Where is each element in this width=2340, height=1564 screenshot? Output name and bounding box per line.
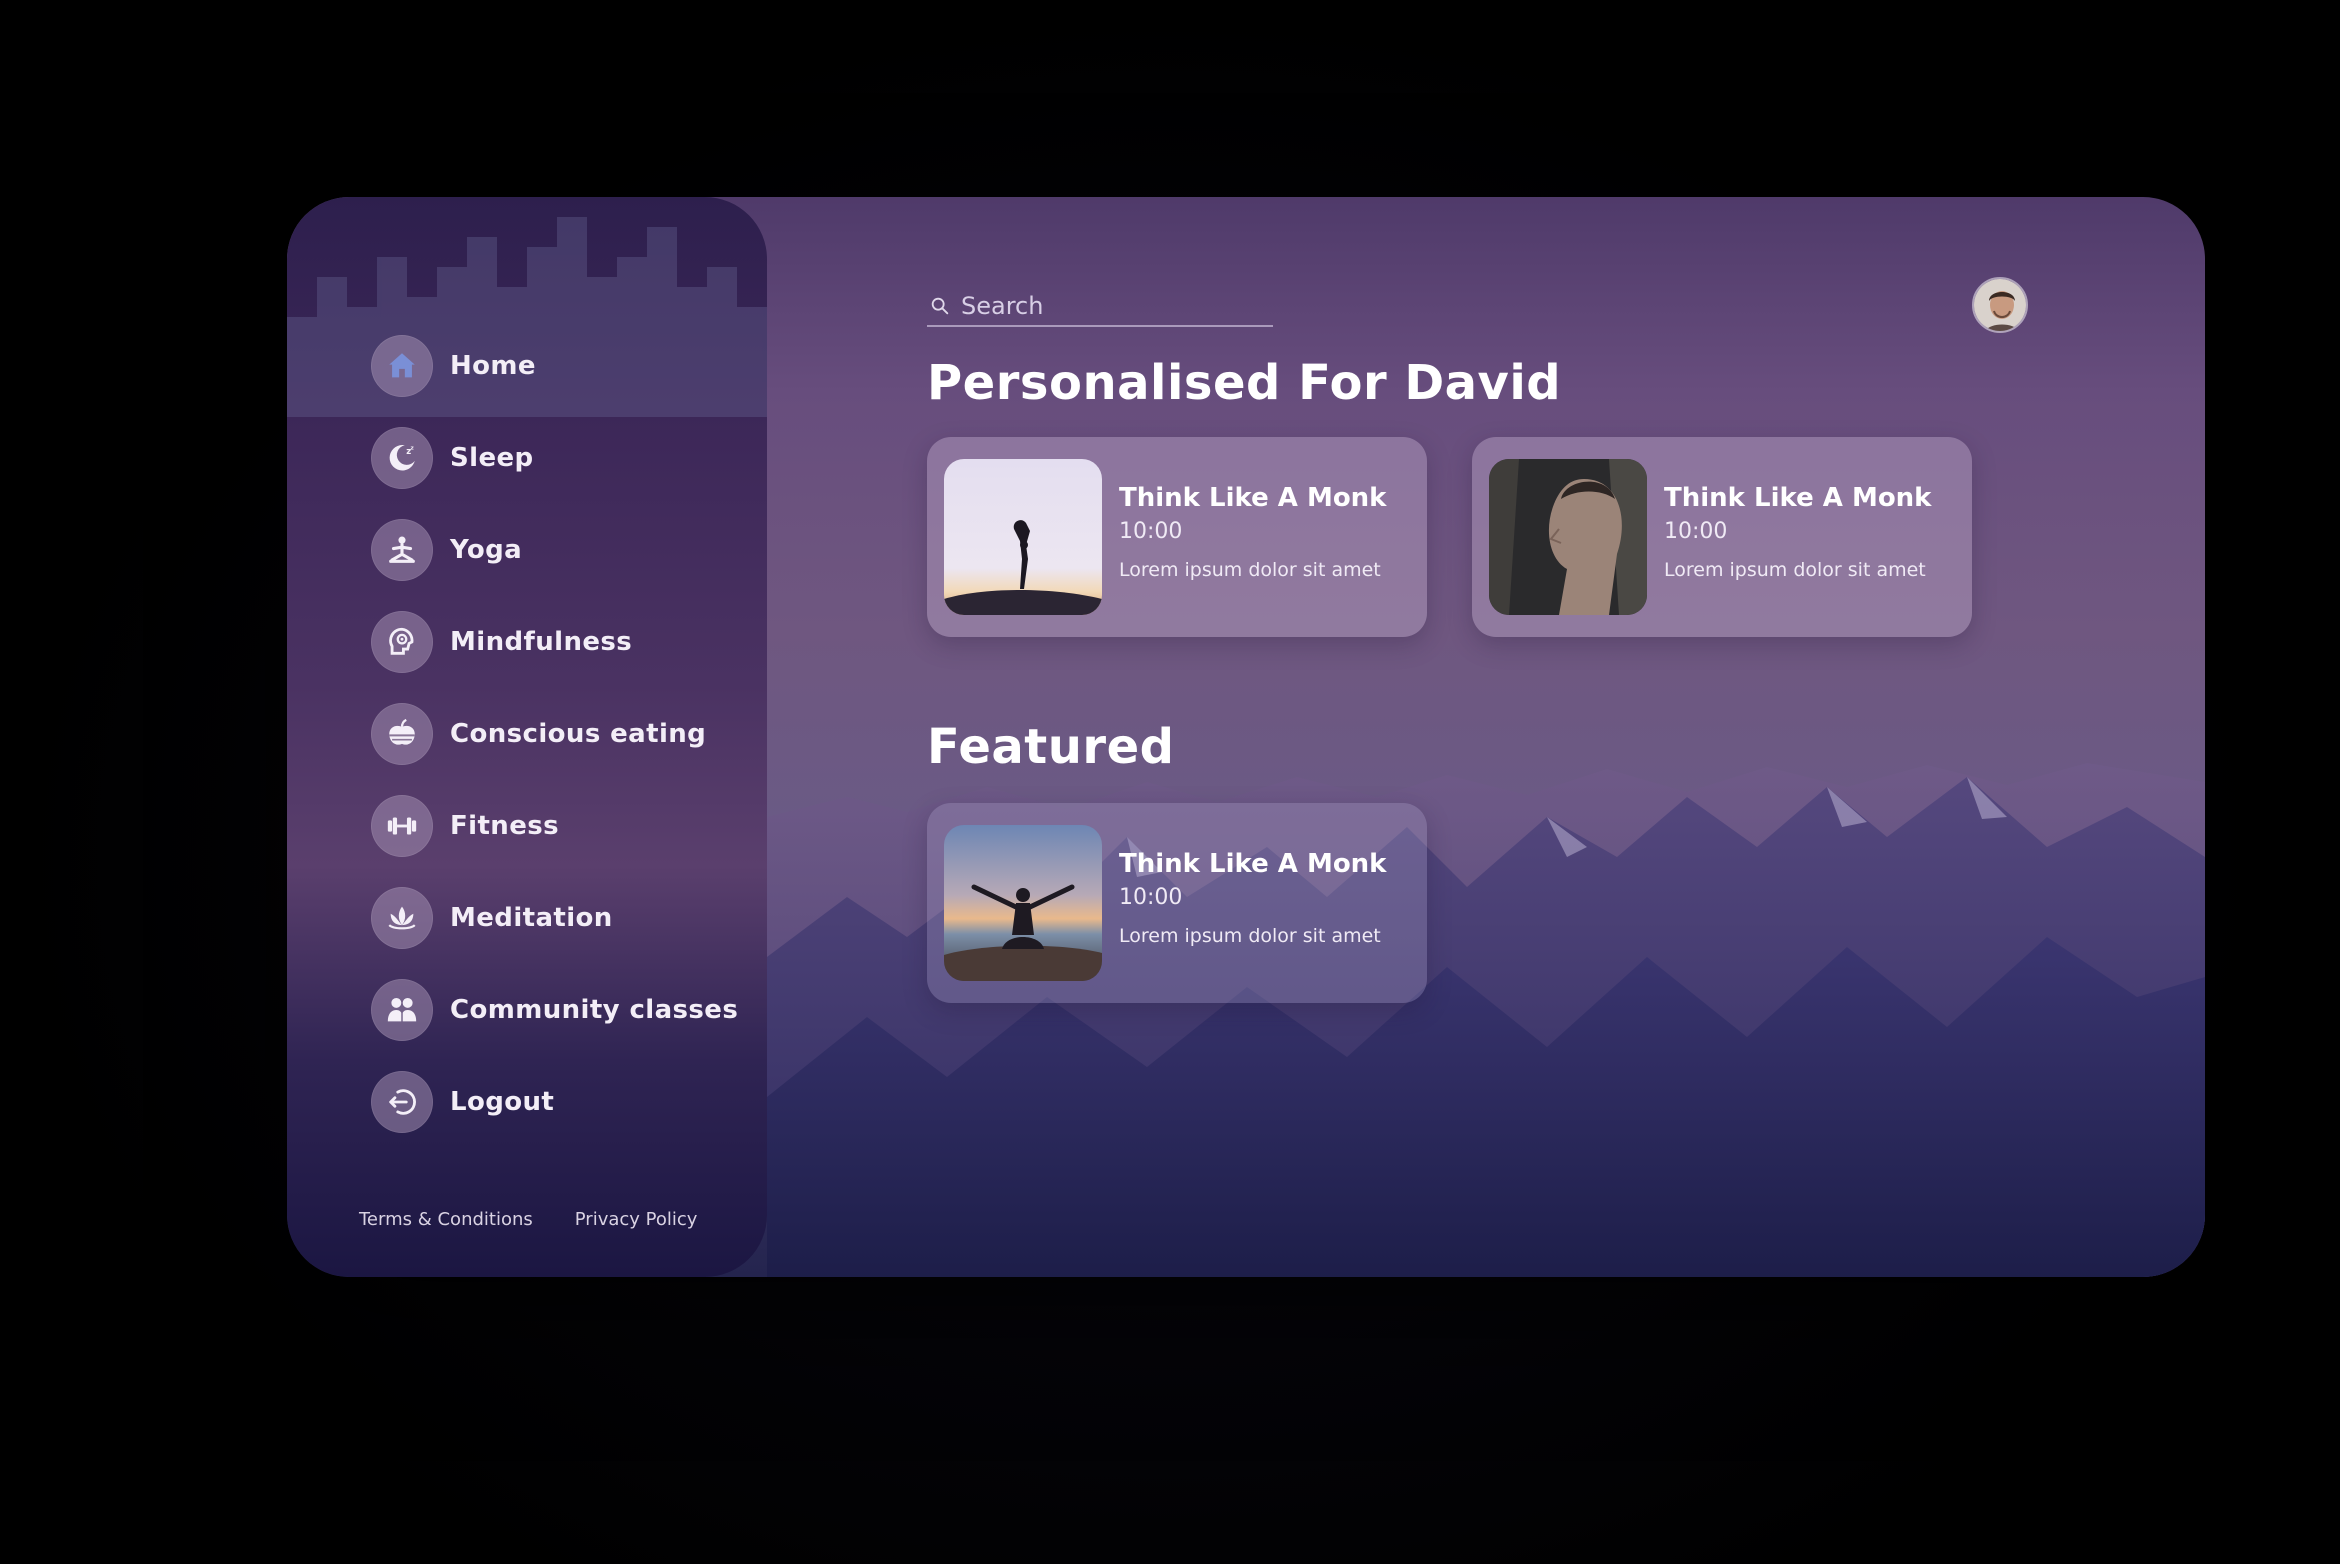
mind-icon (371, 611, 433, 673)
nav-label: Meditation (450, 903, 613, 933)
nav-label: Sleep (450, 443, 534, 473)
nav-item-yoga[interactable]: Yoga (371, 519, 751, 581)
yoga-icon (371, 519, 433, 581)
backdrop: Home zz Sleep Yoga Mindfulness Conscious… (0, 0, 2340, 1564)
featured-card[interactable]: Think Like A Monk 10:00 Lorem ipsum dolo… (927, 803, 1427, 1003)
moon-icon: zz (371, 427, 433, 489)
sidebar: Home zz Sleep Yoga Mindfulness Conscious… (287, 197, 767, 1277)
app-window: Home zz Sleep Yoga Mindfulness Conscious… (287, 197, 2205, 1277)
yoga-pose-thumbnail (944, 459, 1102, 615)
card-time: 10:00 (1119, 519, 1183, 544)
food-icon (371, 703, 433, 765)
nav-label: Home (450, 351, 536, 381)
dumbbell-icon (371, 795, 433, 857)
card-description: Lorem ipsum dolor sit amet (1119, 925, 1381, 947)
nav-item-fitness[interactable]: Fitness (371, 795, 751, 857)
nav-item-sleep[interactable]: zz Sleep (371, 427, 751, 489)
card-time: 10:00 (1119, 885, 1183, 910)
svg-text:z: z (411, 446, 415, 452)
nav-item-logout[interactable]: Logout (371, 1071, 751, 1133)
nav-item-community-classes[interactable]: Community classes (371, 979, 751, 1041)
session-card[interactable]: Think Like A Monk 10:00 Lorem ipsum dolo… (927, 437, 1427, 637)
nav-label: Conscious eating (450, 719, 707, 749)
featured-title: Featured (927, 719, 1175, 775)
privacy-link[interactable]: Privacy Policy (575, 1209, 698, 1230)
card-time: 10:00 (1664, 519, 1728, 544)
search-input[interactable] (959, 291, 1259, 321)
card-description: Lorem ipsum dolor sit amet (1664, 559, 1926, 581)
nav-label: Community classes (450, 995, 739, 1025)
card-title: Think Like A Monk (1119, 483, 1387, 513)
nav-item-conscious-eating[interactable]: Conscious eating (371, 703, 751, 765)
session-card[interactable]: Think Like A Monk 10:00 Lorem ipsum dolo… (1472, 437, 1972, 637)
logout-icon (371, 1071, 433, 1133)
nav-menu: Home zz Sleep Yoga Mindfulness Conscious… (371, 335, 751, 1163)
nav-item-meditation[interactable]: Meditation (371, 887, 751, 949)
meditation-thumbnail (944, 825, 1102, 981)
nav-item-home[interactable]: Home (371, 335, 751, 397)
card-description: Lorem ipsum dolor sit amet (1119, 559, 1381, 581)
avatar[interactable] (1972, 277, 2028, 333)
card-title: Think Like A Monk (1119, 849, 1387, 879)
search-icon (931, 297, 949, 315)
portrait-thumbnail (1489, 459, 1647, 615)
people-icon (371, 979, 433, 1041)
personalised-title: Personalised For David (927, 355, 1562, 411)
lotus-icon (371, 887, 433, 949)
nav-item-mindfulness[interactable]: Mindfulness (371, 611, 751, 673)
search-bar (927, 287, 1273, 327)
nav-label: Fitness (450, 811, 559, 841)
footer-links: Terms & Conditions Privacy Policy (359, 1209, 697, 1230)
home-icon (371, 335, 433, 397)
nav-label: Yoga (450, 535, 523, 565)
nav-label: Logout (450, 1087, 555, 1117)
card-title: Think Like A Monk (1664, 483, 1932, 513)
nav-label: Mindfulness (450, 627, 633, 657)
terms-link[interactable]: Terms & Conditions (359, 1209, 533, 1230)
